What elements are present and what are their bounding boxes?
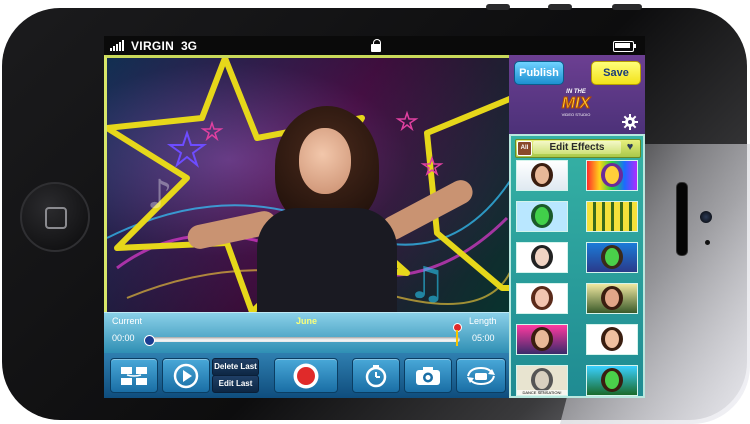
effect-thumb-sketch[interactable]: [516, 283, 568, 314]
effect-thumb-original[interactable]: [516, 160, 568, 191]
length-label: Length: [469, 316, 497, 326]
song-title: June: [295, 316, 317, 326]
effects-all-button[interactable]: All: [517, 141, 532, 156]
effect-thumb-star[interactable]: [586, 283, 638, 314]
effect-thumb-rainbow[interactable]: [586, 160, 638, 191]
effect-thumb-outdoor[interactable]: [586, 365, 638, 396]
video-preview[interactable]: ♪ ♫: [104, 55, 512, 312]
network-type: 3G: [181, 39, 198, 53]
camera-button[interactable]: [404, 358, 452, 393]
play-button[interactable]: [162, 358, 210, 393]
volume-down-button[interactable]: [548, 4, 572, 10]
edit-effects-button[interactable]: Edit Effects: [533, 141, 621, 154]
carrier-name: VIRGIN: [131, 39, 175, 53]
effects-panel: All Edit Effects ♥ DANCE SENSATION!: [509, 134, 645, 398]
screen: VIRGIN 3G ♪ ♫ Current June Length 00:00 …: [104, 36, 645, 398]
battery-icon: [613, 41, 636, 52]
timer-button[interactable]: [352, 358, 400, 393]
swap-clips-button[interactable]: [110, 358, 158, 393]
effect-thumb-stage[interactable]: [516, 324, 568, 355]
gear-icon[interactable]: [622, 114, 638, 130]
svg-text:♪: ♪: [147, 172, 173, 218]
right-panel: Publish Save IN THE MIX VIDEO STUDIO All…: [509, 55, 645, 398]
lock-icon: [371, 39, 381, 52]
dancer-figure: [185, 88, 477, 312]
effect-thumb-bw[interactable]: [516, 242, 568, 273]
heart-icon[interactable]: ♥: [623, 141, 637, 154]
length-time: 05:00: [472, 333, 495, 343]
front-camera: [700, 211, 712, 223]
record-icon: [293, 363, 319, 388]
speaker-slot: [676, 182, 688, 256]
effect-thumb-portrait[interactable]: [586, 324, 638, 355]
effects-header: All Edit Effects ♥: [515, 139, 641, 158]
timeline: Current June Length 00:00 05:00: [104, 312, 509, 353]
delete-edit-group: Delete Last Edit Last: [212, 358, 259, 393]
camera-icon: [416, 366, 440, 385]
save-button[interactable]: Save: [591, 61, 641, 85]
timeline-track[interactable]: [144, 337, 460, 342]
dancer-face: [299, 128, 351, 194]
effect-thumb-newspaper[interactable]: DANCE SENSATION!: [516, 365, 568, 396]
signal-icon: [110, 40, 124, 51]
effect-thumb-mosaic[interactable]: [586, 201, 638, 232]
switch-camera-icon: [467, 366, 495, 385]
thumb-caption: DANCE SENSATION!: [517, 390, 567, 395]
effect-thumb-alien[interactable]: [586, 242, 638, 273]
home-button-square: [45, 207, 67, 229]
timeline-playhead[interactable]: [144, 335, 155, 346]
edit-last-button[interactable]: Edit Last: [212, 375, 259, 393]
delete-last-button[interactable]: Delete Last: [212, 358, 259, 376]
volume-up-button[interactable]: [486, 4, 510, 10]
swap-clips-icon: [121, 366, 147, 385]
status-bar: VIRGIN 3G: [104, 36, 645, 55]
timeline-end-line: [456, 330, 458, 346]
publish-button[interactable]: Publish: [514, 61, 564, 85]
effect-thumb-green[interactable]: [516, 201, 568, 232]
play-icon: [173, 363, 199, 388]
in-the-mix-logo: IN THE MIX VIDEO STUDIO: [543, 89, 609, 119]
current-time: 00:00: [112, 333, 135, 343]
switch-camera-button[interactable]: [456, 358, 506, 393]
logo-sub-text: VIDEO STUDIO: [561, 112, 591, 117]
logo-main-text: MIX: [561, 95, 591, 113]
home-button[interactable]: [20, 182, 90, 252]
bottom-toolbar: Delete Last Edit Last: [104, 353, 509, 398]
dancer-torso: [257, 208, 397, 312]
timer-icon: [365, 364, 387, 387]
sensor: [705, 240, 710, 245]
record-button[interactable]: [274, 358, 338, 393]
power-button[interactable]: [612, 4, 642, 10]
